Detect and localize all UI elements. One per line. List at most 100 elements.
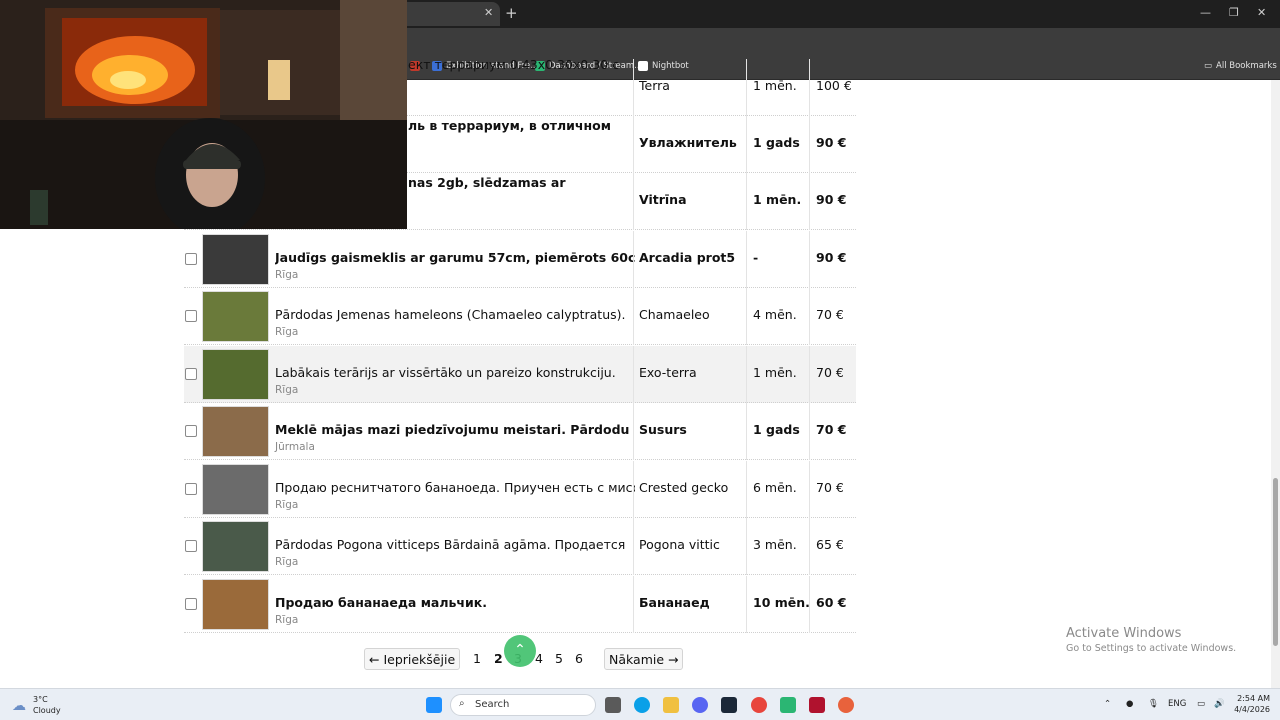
listing-age: 1 gads xyxy=(746,116,809,173)
chevron-up-icon[interactable]: ⌃ xyxy=(1104,699,1111,709)
weather-desc[interactable]: Cloudy xyxy=(33,706,61,715)
page-link-4[interactable]: 4 xyxy=(535,651,543,666)
streamlabs-icon[interactable] xyxy=(780,697,796,713)
listing-price: 70 € xyxy=(809,461,856,518)
listing-model: Chamaeleo xyxy=(633,288,746,345)
listing-location: Rīga xyxy=(275,556,299,568)
listing-price: 60 € xyxy=(809,576,856,633)
listing-thumbnail[interactable] xyxy=(202,234,269,285)
scrollbar-thumb[interactable] xyxy=(1273,478,1278,646)
listing-location: Rīga xyxy=(275,614,299,626)
listing-title[interactable]: Jaudīgs gaismeklis ar garumu 57cm, piemē… xyxy=(275,250,635,265)
row-checkbox[interactable] xyxy=(185,598,197,610)
activate-windows-watermark: Activate Windows Go to Settings to activ… xyxy=(1066,626,1237,654)
listing-age: 1 mēn. xyxy=(746,346,809,403)
listing-age: 3 mēn. xyxy=(746,518,809,575)
listing-age: 1 mēn. xyxy=(746,59,809,116)
listing-age: 1 gads xyxy=(746,403,809,460)
listing-price: 100 € xyxy=(809,59,856,116)
taskbar-clock[interactable]: 2:54 AM 4/4/2026 xyxy=(1230,693,1270,715)
prev-page-button[interactable]: ← Iepriekšējie xyxy=(364,648,461,670)
weather-temp[interactable]: 3°C xyxy=(33,695,48,704)
listing-age: 6 mēn. xyxy=(746,461,809,518)
language-indicator[interactable]: ENG xyxy=(1168,699,1186,709)
chevron-up-icon: ⌃ xyxy=(514,642,526,658)
restore-icon[interactable]: ❐ xyxy=(1229,6,1239,19)
listing-model: Arcadia prot5 xyxy=(633,231,746,288)
all-bookmarks[interactable]: ▭ All Bookmarks xyxy=(1204,61,1277,71)
scroll-to-top-button[interactable]: ⌃ xyxy=(504,635,536,667)
listing-price: 70 € xyxy=(809,346,856,403)
taskbar: ☁ 3°C Cloudy ⌕ Search ⌃ ● 🎙 ENG ▭ 🔊 2:54 … xyxy=(0,688,1280,720)
close-window-icon[interactable]: ✕ xyxy=(1257,6,1266,19)
listing-model: Бананаед xyxy=(633,576,746,633)
app-icon[interactable] xyxy=(838,697,854,713)
listing-title[interactable]: Продаю реснитчатого бананоеда. Приучен е… xyxy=(275,480,635,495)
new-tab-icon[interactable]: + xyxy=(505,4,518,22)
tab-close-icon[interactable]: ✕ xyxy=(484,6,493,19)
row-checkbox[interactable] xyxy=(185,310,197,322)
listing-location: Jūrmala xyxy=(275,441,315,453)
file-explorer-icon[interactable] xyxy=(663,697,679,713)
listing-title[interactable]: Pārdodas Jemenas hameleons (Chamaeleo ca… xyxy=(275,307,635,322)
table-row[interactable]: Продаю бананаеда мальчик. Rīga Бананаед 10 … xyxy=(184,576,856,633)
discord-icon[interactable] xyxy=(692,697,708,713)
row-checkbox[interactable] xyxy=(185,368,197,380)
listing-age: 4 mēn. xyxy=(746,288,809,345)
table-row[interactable]: Labākais terārijs ar vissērtāko un parei… xyxy=(184,346,856,403)
table-row[interactable]: Meklē mājas mazi piedzīvojumu meistari. … xyxy=(184,403,856,460)
row-checkbox[interactable] xyxy=(185,253,197,265)
minimize-icon[interactable]: — xyxy=(1200,6,1211,19)
table-row[interactable]: Jaudīgs gaismeklis ar garumu 57cm, piemē… xyxy=(184,231,856,288)
task-view-icon[interactable] xyxy=(605,697,621,713)
row-checkbox[interactable] xyxy=(185,483,197,495)
microphone-icon[interactable]: 🎙 xyxy=(1148,699,1159,709)
webcam-image xyxy=(0,0,407,229)
listing-title[interactable]: Meklē mājas mazi piedzīvojumu meistari. … xyxy=(275,422,635,437)
table-row[interactable]: Pārdodas Jemenas hameleons (Chamaeleo ca… xyxy=(184,288,856,345)
chrome-icon[interactable] xyxy=(751,697,767,713)
row-checkbox[interactable] xyxy=(185,540,197,552)
listing-thumbnail[interactable] xyxy=(202,464,269,515)
skype-icon[interactable] xyxy=(634,697,650,713)
listing-price: 90 € xyxy=(809,173,856,230)
listing-model: Pogona vittic xyxy=(633,518,746,575)
listing-title[interactable]: Pārdodas Pogona vitticeps Bārdainā agāma… xyxy=(275,537,635,552)
listing-title[interactable]: Продаю бананаеда мальчик. xyxy=(275,595,635,610)
listing-thumbnail[interactable] xyxy=(202,521,269,572)
page-link-1[interactable]: 1 xyxy=(473,651,481,666)
network-icon[interactable]: ▭ xyxy=(1197,699,1205,709)
folder-icon: ▭ xyxy=(1204,61,1213,71)
listing-price: 70 € xyxy=(809,288,856,345)
listing-model: Vitrīna xyxy=(633,173,746,230)
app-icon[interactable] xyxy=(809,697,825,713)
listing-model: Exo-terra xyxy=(633,346,746,403)
steam-icon[interactable] xyxy=(721,697,737,713)
page-link-6[interactable]: 6 xyxy=(575,651,583,666)
webcam-overlay xyxy=(0,0,407,229)
table-row[interactable]: Pārdodas Pogona vitticeps Bārdainā agāma… xyxy=(184,518,856,575)
taskbar-search[interactable]: ⌕ Search xyxy=(450,694,596,716)
listing-model: Terra xyxy=(633,59,746,116)
windows-start-icon[interactable] xyxy=(426,697,442,713)
listing-location: Rīga xyxy=(275,269,299,281)
listing-age: 10 mēn. xyxy=(746,576,810,633)
listing-thumbnail[interactable] xyxy=(202,579,269,630)
listing-thumbnail[interactable] xyxy=(202,406,269,457)
search-icon: ⌕ xyxy=(459,698,465,709)
listing-thumbnail[interactable] xyxy=(202,349,269,400)
listing-age: 1 mēn. xyxy=(746,173,809,230)
listing-model: Crested gecko xyxy=(633,461,746,518)
listing-model: Susurs xyxy=(633,403,746,460)
volume-icon[interactable]: 🔊 xyxy=(1214,699,1225,709)
page-link-5[interactable]: 5 xyxy=(555,651,563,666)
listing-age: - xyxy=(746,231,809,288)
listing-thumbnail[interactable] xyxy=(202,291,269,342)
table-row[interactable]: Продаю реснитчатого бананоеда. Приучен е… xyxy=(184,461,856,518)
next-page-button[interactable]: Nākamie → xyxy=(604,648,684,670)
tray-icon[interactable]: ● xyxy=(1126,699,1133,709)
row-checkbox[interactable] xyxy=(185,425,197,437)
listing-title[interactable]: Labākais terārijs ar vissērtāko un parei… xyxy=(275,365,635,380)
listing-price: 65 € xyxy=(809,518,856,575)
listing-location: Rīga xyxy=(275,326,299,338)
